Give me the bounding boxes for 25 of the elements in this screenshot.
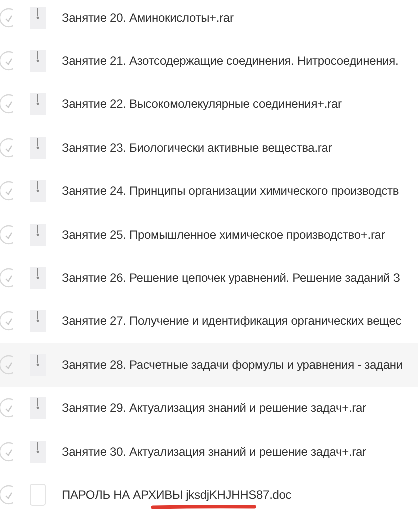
document-file-icon	[30, 484, 46, 506]
file-name[interactable]: Занятие 21. Азотсодержащие соединения. Нитросоединения.	[62, 52, 399, 70]
file-name[interactable]: Занятие 23. Биологически активные вещества.rar	[62, 138, 332, 157]
archive-file-icon	[30, 136, 46, 159]
archive-file-icon	[30, 6, 46, 29]
archive-file-icon	[30, 180, 46, 202]
archive-file-icon	[30, 310, 46, 332]
file-name[interactable]: Занятие 22. Высокомолекулярные соединения+.rar	[62, 95, 342, 114]
archive-file-icon	[30, 440, 46, 463]
archive-file-icon	[30, 397, 46, 420]
file-row[interactable]: Занятие 28. Расчетные задачи формулы и уравнения - задани	[0, 343, 418, 387]
file-name[interactable]: Занятие 29. Актуализация знаний и решение задач+.rar	[62, 399, 366, 418]
archive-file-icon	[30, 267, 46, 290]
file-name[interactable]: Занятие 20. Аминокислоты+.rar	[62, 8, 234, 27]
archive-file-icon	[30, 50, 46, 72]
archive-file-icon	[30, 354, 46, 376]
file-name[interactable]: Занятие 30. Актуализация знаний и решение задач+.rar	[62, 442, 366, 461]
file-name[interactable]: Занятие 28. Расчетные задачи формулы и уравнения - задани	[62, 356, 403, 374]
file-name[interactable]: Занятие 26. Решение цепочек уравнений. Решение заданий З	[62, 269, 400, 288]
file-name[interactable]: Занятие 24. Принципы организации химического производств	[62, 182, 400, 200]
file-name[interactable]: ПАРОЛЬ НА АРХИВЫ jksdjKHJHHS87.doc	[62, 486, 292, 504]
file-name[interactable]: Занятие 25. Промышленное химическое производство+.rar	[62, 226, 386, 244]
file-name[interactable]: Занятие 27. Получение и идентификация органических вещес	[62, 312, 402, 330]
archive-file-icon	[30, 93, 46, 116]
archive-file-icon	[30, 224, 46, 246]
